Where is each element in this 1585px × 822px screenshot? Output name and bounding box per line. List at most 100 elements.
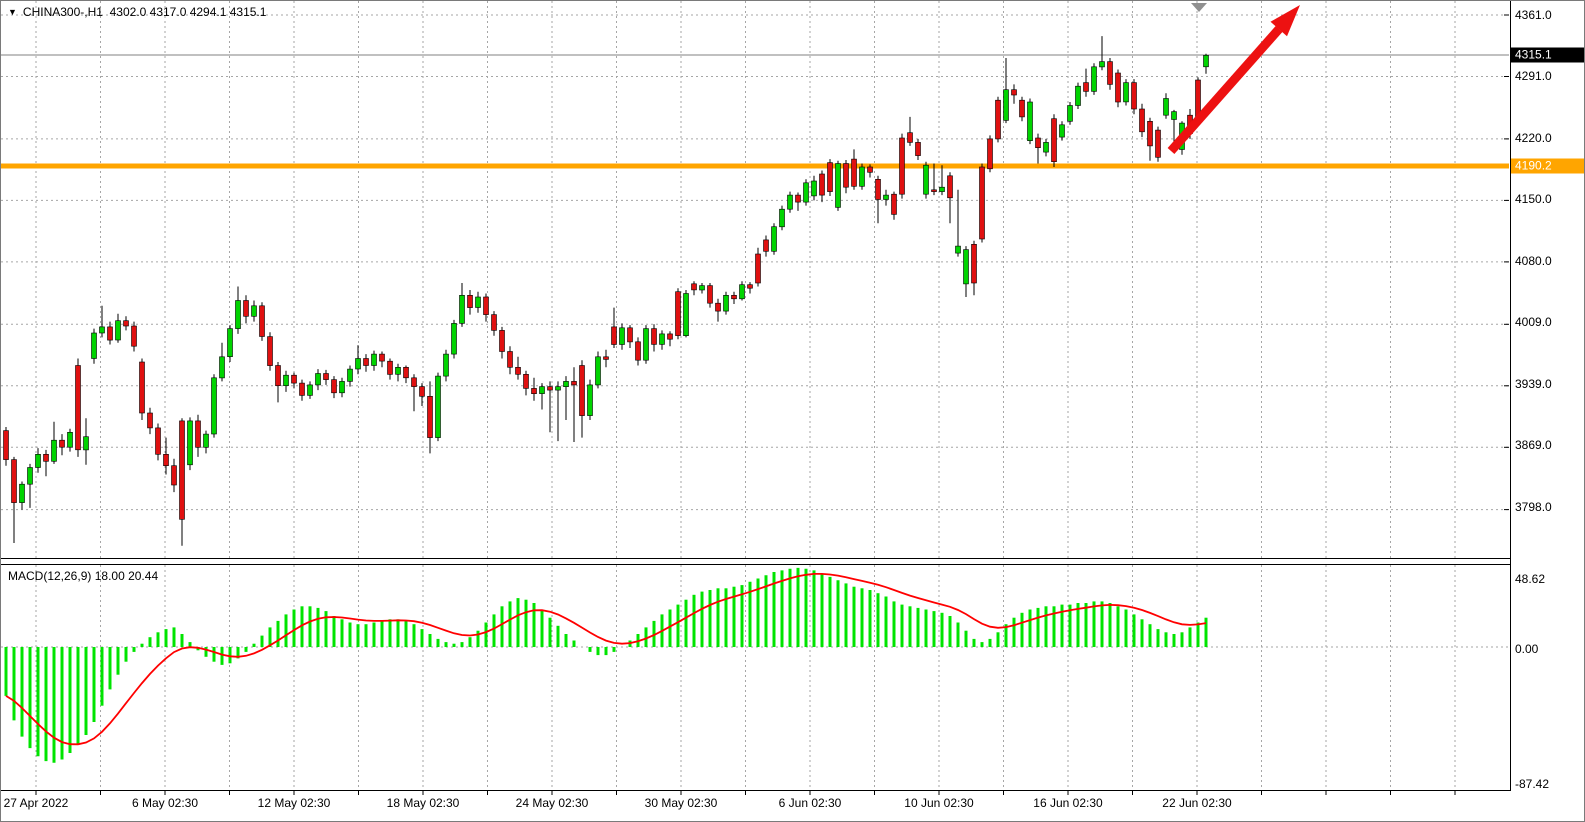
candle-body xyxy=(684,294,689,336)
price-axis-tick-label: 4080.0 xyxy=(1515,254,1552,268)
candle-body xyxy=(44,454,49,461)
candle-body xyxy=(12,460,17,503)
price-axis-tick-label: 4220.0 xyxy=(1515,131,1552,145)
candle-body xyxy=(596,357,601,385)
candle-body xyxy=(1068,106,1073,122)
candle-body xyxy=(100,327,105,333)
candle-body xyxy=(460,295,465,323)
candle-body xyxy=(980,167,985,239)
date-axis-tick-label: 24 May 02:30 xyxy=(516,796,589,810)
macd-indicator-label: MACD(12,26,9) 18.00 20.44 xyxy=(8,569,158,583)
candle-body xyxy=(1076,86,1081,105)
candle-body xyxy=(4,431,9,460)
candle-body xyxy=(724,295,729,311)
candle-body xyxy=(716,303,721,311)
candle-body xyxy=(1116,73,1121,102)
candle-body xyxy=(748,285,753,289)
candle-body xyxy=(1100,62,1105,67)
candle-body xyxy=(236,301,241,329)
candle-body xyxy=(60,440,65,447)
candle-body xyxy=(20,484,25,502)
last-price-tag: 4315.1 xyxy=(1510,48,1585,63)
macd-name: MACD(12,26,9) xyxy=(8,569,91,583)
hline-price-tag: 4190.2 xyxy=(1510,159,1585,174)
candle-body xyxy=(964,250,969,284)
chart-plot-area[interactable] xyxy=(1,1,1585,822)
price-axis-tick-label: 3869.0 xyxy=(1515,438,1552,452)
candle-body xyxy=(476,297,481,308)
candle-body xyxy=(372,354,377,365)
candle-body xyxy=(940,187,945,191)
candle-body xyxy=(924,165,929,194)
candle-body xyxy=(508,352,513,368)
candle-body xyxy=(628,328,633,342)
candle-body xyxy=(516,367,521,374)
candle-body xyxy=(28,468,33,485)
candle-body xyxy=(740,285,745,299)
candle-body xyxy=(1132,83,1137,109)
macd-signal-line xyxy=(6,574,1206,744)
candle-body xyxy=(412,378,417,387)
candle-body xyxy=(1172,112,1177,120)
candle-body xyxy=(252,306,257,317)
candle-body xyxy=(1124,83,1129,102)
candle-body xyxy=(796,195,801,202)
collapse-indicator-icon[interactable]: ▼ xyxy=(8,7,17,17)
candle-body xyxy=(68,432,73,447)
panel-separator-top[interactable] xyxy=(1,558,1511,559)
date-axis-border xyxy=(1,790,1511,791)
candle-body xyxy=(580,366,585,416)
candle-body xyxy=(868,167,873,172)
candle-body xyxy=(780,209,785,227)
date-axis-tick-label: 6 Jun 02:30 xyxy=(779,796,842,810)
candle-body xyxy=(140,362,145,413)
candle-body xyxy=(500,330,505,351)
panel-separator-bottom[interactable] xyxy=(1,564,1511,565)
candle-body xyxy=(988,139,993,169)
price-axis-tick-label: 4150.0 xyxy=(1515,192,1552,206)
date-axis-tick-label: 27 Apr 2022 xyxy=(4,796,69,810)
candle-body xyxy=(172,466,177,485)
candle-body xyxy=(316,374,321,385)
candle-body xyxy=(900,138,905,194)
price-axis-tick-label: 4009.0 xyxy=(1515,315,1552,329)
candle-body xyxy=(1060,125,1065,137)
candle-body xyxy=(268,337,273,366)
candle-body xyxy=(380,354,385,361)
candle-body xyxy=(532,388,537,393)
candle-body xyxy=(284,375,289,386)
candle-body xyxy=(404,367,409,378)
candle-body xyxy=(996,100,1001,139)
candle-body xyxy=(772,227,777,252)
candle-body xyxy=(860,167,865,186)
candle-body xyxy=(132,326,137,346)
candle-body xyxy=(676,292,681,336)
candle-body xyxy=(588,385,593,416)
candle-body xyxy=(196,421,201,447)
date-axis-tick-label: 22 Jun 02:30 xyxy=(1162,796,1231,810)
scroll-marker-icon[interactable] xyxy=(1191,3,1207,12)
candle-body xyxy=(556,387,561,391)
candle-body xyxy=(876,179,881,199)
candle-body xyxy=(884,195,889,199)
candle-body xyxy=(708,286,713,304)
trend-arrow-shaft[interactable] xyxy=(1171,29,1279,151)
candle-body xyxy=(972,244,977,283)
candle-body xyxy=(220,357,225,378)
candle-body xyxy=(620,328,625,345)
candle-body xyxy=(340,381,345,392)
candle-body xyxy=(420,387,425,397)
candle-body xyxy=(300,383,305,395)
date-axis-tick-label: 12 May 02:30 xyxy=(258,796,331,810)
price-axis-tick-label: 3798.0 xyxy=(1515,500,1552,514)
candle-body xyxy=(84,437,89,450)
candle-body xyxy=(428,396,433,437)
candle-body xyxy=(276,366,281,386)
candle-body xyxy=(700,286,705,290)
candle-body xyxy=(644,329,649,361)
candle-body xyxy=(308,385,313,396)
candle-body xyxy=(1052,119,1057,162)
candle-body xyxy=(732,295,737,299)
candle-body xyxy=(332,380,337,393)
date-axis-tick-label: 18 May 02:30 xyxy=(387,796,460,810)
